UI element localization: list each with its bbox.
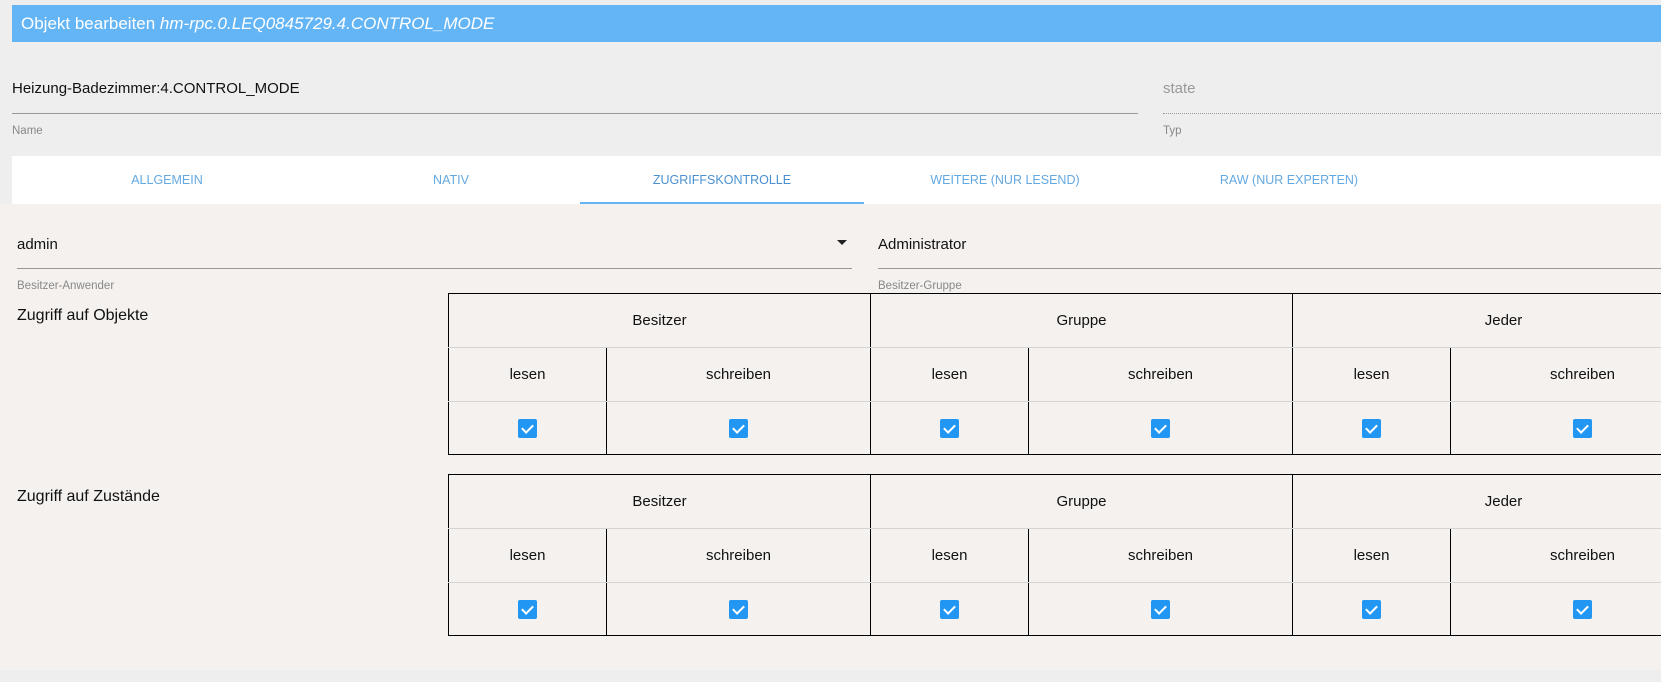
col-write: schreiben: [606, 528, 871, 583]
tab-zugriffskontrolle[interactable]: ZUGRIFFSKONTROLLE: [580, 156, 864, 204]
tab-bar: ALLGEMEIN NATIV ZUGRIFFSKONTROLLE WEITER…: [12, 156, 1661, 204]
tab-nativ[interactable]: NATIV: [309, 156, 593, 204]
group-header-group: Gruppe: [869, 293, 1294, 348]
col-read: lesen: [1292, 347, 1452, 402]
title-prefix: Objekt bearbeiten: [21, 14, 160, 33]
owner-user-underline: [17, 268, 852, 269]
owner-group-input[interactable]: Administrator: [878, 236, 966, 253]
objects-owner-read-checkbox[interactable]: [518, 418, 537, 438]
objects-owner-write-checkbox[interactable]: [729, 418, 748, 438]
states-everyone-read-checkbox[interactable]: [1362, 599, 1382, 619]
states-group-write-checkbox[interactable]: [1151, 599, 1170, 619]
states-everyone-write-checkbox[interactable]: [1573, 599, 1593, 619]
name-underline: [12, 113, 1138, 114]
states-owner-read-checkbox[interactable]: [518, 599, 537, 619]
type-underline: [1163, 113, 1661, 114]
group-header-group: Gruppe: [869, 474, 1294, 529]
name-input[interactable]: Heizung-Badezimmer:4.CONTROL_MODE: [12, 80, 300, 97]
col-write: schreiben: [1027, 347, 1294, 402]
col-read: lesen: [448, 347, 607, 402]
type-label: Typ: [1163, 125, 1182, 137]
objects-everyone-read-checkbox[interactable]: [1362, 418, 1382, 438]
tab-weitere[interactable]: WEITERE (NUR LESEND): [863, 156, 1147, 204]
objects-access-title: Zugriff auf Objekte: [17, 307, 149, 324]
objects-group-write-checkbox[interactable]: [1151, 418, 1170, 438]
states-owner-write-checkbox[interactable]: [729, 599, 748, 619]
objects-everyone-write-checkbox[interactable]: [1573, 418, 1593, 438]
col-read: lesen: [448, 528, 607, 583]
owner-user-select[interactable]: admin: [17, 236, 58, 253]
states-group-read-checkbox[interactable]: [940, 599, 959, 619]
group-header-everyone: Jeder: [1292, 474, 1661, 529]
dropdown-arrow-icon[interactable]: [837, 240, 847, 245]
col-read: lesen: [1292, 528, 1452, 583]
group-header-owner: Besitzer: [448, 474, 871, 529]
owner-group-underline: [878, 268, 1661, 269]
objects-group-read-checkbox[interactable]: [940, 418, 959, 438]
type-input: state: [1163, 80, 1196, 97]
col-write: schreiben: [1450, 528, 1661, 583]
name-label: Name: [12, 125, 43, 137]
tab-allgemein[interactable]: ALLGEMEIN: [25, 156, 309, 204]
states-access-title: Zugriff auf Zustände: [17, 488, 160, 505]
owner-group-label: Besitzer-Gruppe: [878, 280, 962, 292]
group-header-owner: Besitzer: [448, 293, 871, 348]
owner-user-label: Besitzer-Anwender: [17, 280, 115, 292]
col-read: lesen: [870, 528, 1029, 583]
col-write: schreiben: [606, 347, 871, 402]
objects-access-table: Besitzer Gruppe Jeder lesen schreiben lesen s…: [448, 293, 1661, 455]
group-header-everyone: Jeder: [1292, 293, 1661, 348]
col-read: lesen: [870, 347, 1029, 402]
tab-raw[interactable]: RAW (NUR EXPERTEN): [1147, 156, 1431, 204]
col-write: schreiben: [1450, 347, 1661, 402]
col-write: schreiben: [1027, 528, 1294, 583]
states-access-table: Besitzer Gruppe Jeder lesen schreiben lesen s…: [448, 474, 1661, 636]
dialog-title: Objekt bearbeiten hm-rpc.0.LEQ0845729.4.…: [12, 5, 1661, 42]
object-id: hm-rpc.0.LEQ0845729.4.CONTROL_MODE: [159, 14, 495, 33]
